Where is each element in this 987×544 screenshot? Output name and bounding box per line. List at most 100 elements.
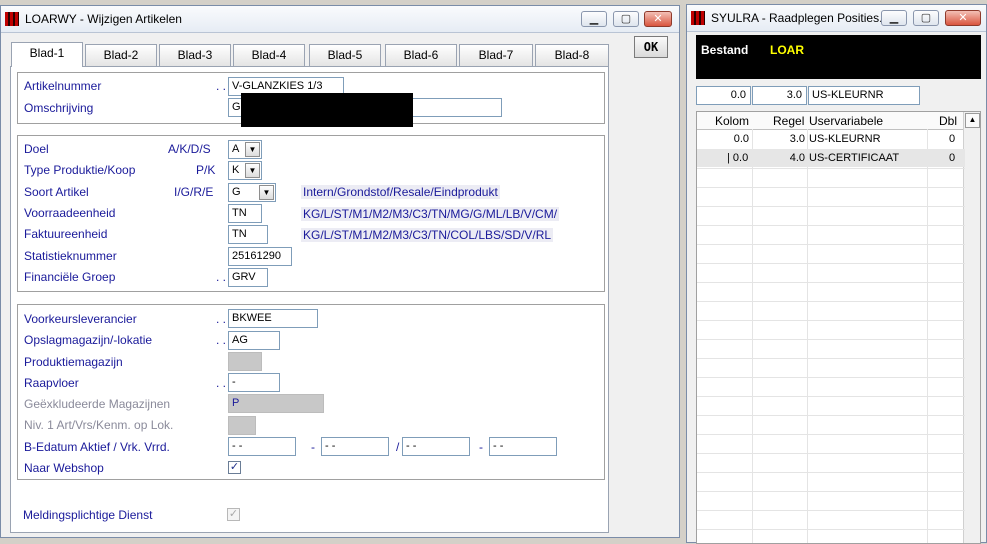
chevron-down-icon[interactable]: ▼ [245, 142, 260, 157]
grid-line [697, 491, 965, 492]
grid-line [697, 472, 965, 473]
voorraad-field[interactable]: TN [228, 204, 262, 223]
niv-field [228, 416, 256, 435]
col-dbl[interactable]: Dbl [939, 114, 957, 128]
raapvloer-label: Raapvloer [24, 376, 79, 390]
webshop-checkbox[interactable]: ✓ [228, 461, 241, 474]
chevron-down-icon[interactable]: ▼ [259, 185, 274, 200]
opslag-label: Opslagmagazijn/-lokatie [24, 333, 153, 347]
doel-select[interactable]: A ▼ [228, 140, 262, 159]
row2-uservariabele: US-CERTIFICAAT [809, 152, 900, 164]
faktuur-field[interactable]: TN [228, 225, 268, 244]
tab-blad-3[interactable]: Blad-3 [159, 44, 231, 66]
tab-blad-2[interactable]: Blad-2 [85, 44, 157, 66]
soort-value: G [232, 186, 241, 198]
grid-header: Kolom Regel Uservariabele Dbl [697, 112, 965, 130]
side-window: SYULRA - Raadplegen Posities... ▁ ▢ ✕ Be… [686, 4, 987, 544]
grid-line [697, 434, 965, 435]
bestand-label: Bestand [701, 43, 749, 57]
row2-dbl: 0 [949, 152, 956, 164]
main-titlebar[interactable]: LOARWY - Wijzigen Artikelen ▁ ▢ ✕ [1, 6, 679, 33]
voorkeur-field[interactable]: BKWEE [228, 309, 318, 328]
filter-row: 0.0 3.0 US-KLEURNR [696, 86, 981, 106]
voorraad-label: Voorraadeenheid [24, 206, 116, 220]
tab-blad-4[interactable]: Blad-4 [233, 44, 305, 66]
grid-line [697, 282, 965, 283]
grid-line [807, 129, 808, 543]
main-window-title: LOARWY - Wijzigen Artikelen [25, 12, 182, 26]
maximize-icon[interactable]: ▢ [913, 10, 939, 26]
scroll-up-icon[interactable]: ▲ [965, 113, 980, 128]
grid-line [697, 529, 965, 530]
grid-line [697, 320, 965, 321]
col-regel[interactable]: Regel [773, 114, 804, 128]
grid-line [697, 339, 965, 340]
filter-kolom-field[interactable]: 0.0 [696, 86, 751, 105]
filter-uservariabele-field[interactable]: US-KLEURNR [808, 86, 920, 105]
produktie-field [228, 352, 262, 371]
app-icon [691, 11, 705, 25]
grid-line [927, 129, 928, 543]
melding-label: Meldingsplichtige Dienst [23, 508, 153, 522]
type-codes: P/K [196, 163, 216, 177]
tab-blad-6[interactable]: Blad-6 [385, 44, 457, 66]
grid-line [697, 453, 965, 454]
grid-line [697, 415, 965, 416]
close-icon[interactable]: ✕ [644, 11, 672, 27]
date-field-3[interactable]: - - [402, 437, 470, 456]
filter-regel-field[interactable]: 3.0 [752, 86, 807, 105]
doel-value: A [232, 143, 240, 155]
close-icon[interactable]: ✕ [945, 10, 981, 26]
grid-line [697, 377, 965, 378]
minimize-icon[interactable]: ▁ [881, 10, 907, 26]
voorkeur-dots: . . [216, 312, 227, 326]
date-field-2[interactable]: - - [321, 437, 389, 456]
webshop-label: Naar Webshop [24, 461, 104, 475]
artikelnummer-label: Artikelnummer [24, 79, 102, 93]
opslag-dots: . . [216, 333, 227, 347]
side-titlebar[interactable]: SYULRA - Raadplegen Posities... ▁ ▢ ✕ [687, 5, 986, 32]
row2-regel: 4.0 [789, 152, 805, 164]
ok-button[interactable]: OK [634, 36, 668, 58]
statistiek-field[interactable]: 25161290 [228, 247, 292, 266]
financiele-dots: . . [216, 270, 227, 284]
geexcl-field: P [228, 394, 324, 413]
opslag-field[interactable]: AG [228, 331, 280, 350]
grid-line [697, 168, 965, 169]
raapvloer-field[interactable]: - [228, 373, 280, 392]
soort-codes: I/G/R/E [174, 185, 214, 199]
chevron-down-icon[interactable]: ▼ [245, 163, 260, 178]
tab-blad-1[interactable]: Blad-1 [11, 42, 83, 67]
date-separator-2: / [396, 440, 400, 454]
raapvloer-dots: . . [216, 376, 227, 390]
scrollbar[interactable]: ▲ [963, 112, 980, 543]
group-logistics: Voorkeursleverancier . . BKWEE Opslagmag… [17, 304, 605, 480]
grid-line [752, 129, 753, 543]
soort-select[interactable]: G ▼ [228, 183, 276, 202]
tab-blad-8[interactable]: Blad-8 [535, 44, 609, 66]
date-field-1[interactable]: - - [228, 437, 296, 456]
bedatum-label: B-Edatum Aktief / Vrk. Vrrd. [24, 440, 170, 454]
financiele-field[interactable]: GRV [228, 268, 268, 287]
minimize-icon[interactable]: ▁ [581, 11, 607, 27]
doel-codes: A/K/D/S [168, 142, 211, 156]
grid-line [697, 244, 965, 245]
niv-label: Niv. 1 Art/Vrs/Kenm. op Lok. [24, 418, 174, 432]
omschrijving-label: Omschrijving [24, 101, 94, 115]
type-select[interactable]: K ▼ [228, 161, 262, 180]
grid-line [697, 263, 965, 264]
financiele-label: Financiële Groep [24, 270, 116, 284]
table-row[interactable]: | 0.0 4.0 US-CERTIFICAAT 0 [697, 149, 965, 167]
maximize-icon[interactable]: ▢ [613, 11, 639, 27]
row1-dbl: 0 [949, 133, 956, 145]
table-row[interactable]: 0.0 3.0 US-KLEURNR 0 [697, 130, 965, 148]
tab-blad-7[interactable]: Blad-7 [459, 44, 533, 66]
tab-blad-5[interactable]: Blad-5 [309, 44, 381, 66]
app-icon [5, 12, 19, 26]
date-field-4[interactable]: - - [489, 437, 557, 456]
col-uservariabele[interactable]: Uservariabele [809, 114, 883, 128]
col-kolom[interactable]: Kolom [715, 114, 749, 128]
type-value: K [232, 164, 240, 176]
grid-line [697, 510, 965, 511]
artikelnummer-dots: . . [216, 79, 227, 93]
